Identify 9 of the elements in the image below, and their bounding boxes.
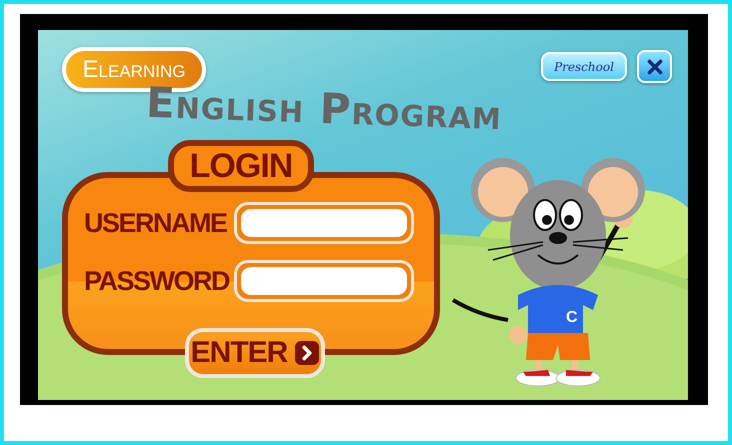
- close-button[interactable]: [637, 50, 672, 83]
- field-label: USERNAME: [84, 208, 226, 238]
- enter-button[interactable]: ENTER: [185, 328, 325, 378]
- level-button[interactable]: Preschool: [541, 52, 627, 81]
- login-heading: LOGIN: [168, 140, 314, 192]
- chevron-icon: [295, 341, 320, 365]
- input-field[interactable]: [234, 202, 414, 244]
- input-field[interactable]: [234, 260, 414, 302]
- shirt-letter: C: [566, 309, 578, 326]
